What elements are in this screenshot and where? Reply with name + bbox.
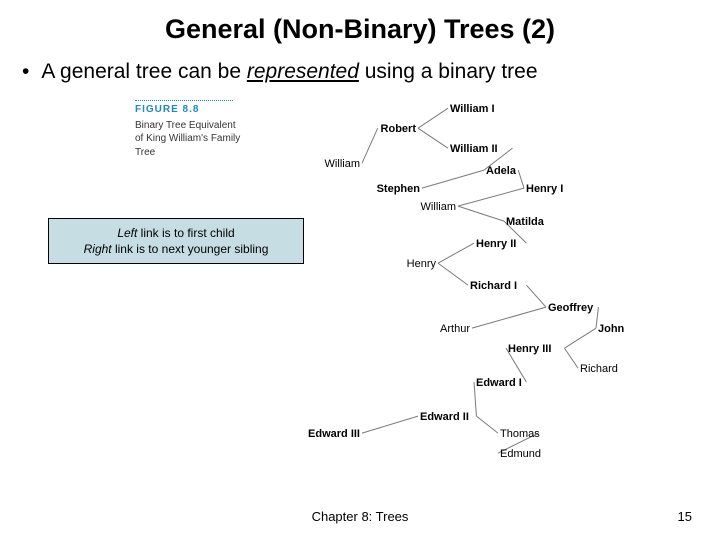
tree-node-matilda: Matilda bbox=[506, 216, 545, 228]
svg-text:William: William bbox=[325, 158, 360, 170]
tree-node-henry_i: Henry I bbox=[526, 183, 563, 195]
tree-node-richard_i: Richard I bbox=[470, 280, 517, 292]
tree-node-edward_i: Edward I bbox=[476, 377, 522, 389]
tree-node-adela: Adela bbox=[486, 165, 517, 177]
bullet-item: • A general tree can be represented usin… bbox=[22, 60, 538, 84]
family-tree-diagram: William William I Robert William II Adela Hen… bbox=[130, 92, 690, 487]
footer-chapter: Chapter 8: Trees bbox=[0, 509, 720, 524]
tree-node-geoffrey: Geoffrey bbox=[548, 302, 594, 314]
tree-node-william_p: William bbox=[421, 201, 456, 213]
tree-node-william_i: William I bbox=[450, 103, 495, 115]
note-right-em: Right bbox=[84, 242, 112, 256]
tree-node-edward_iii: Edward III bbox=[308, 428, 360, 440]
tree-node-henry_iii: Henry III bbox=[508, 343, 551, 355]
tree-nodes: William William I Robert William II Adela Hen… bbox=[308, 103, 625, 460]
tree-node-william_ii: William II bbox=[450, 143, 498, 155]
tree-node-arthur: Arthur bbox=[440, 323, 470, 335]
bullet-pre: A general tree can be bbox=[41, 60, 246, 83]
tree-node-richard_c: Richard bbox=[580, 363, 618, 375]
tree-node-john: John bbox=[598, 323, 625, 335]
bullet-underlined: represented bbox=[247, 60, 359, 83]
slide-title: General (Non-Binary) Trees (2) bbox=[0, 14, 720, 45]
bullet-marker: • bbox=[22, 61, 29, 82]
tree-node-robert: Robert bbox=[381, 123, 417, 135]
bullet-text: A general tree can be represented using … bbox=[41, 60, 537, 84]
tree-node-thomas: Thomas bbox=[500, 428, 540, 440]
bullet-post: using a binary tree bbox=[359, 60, 538, 83]
page-number: 15 bbox=[678, 509, 692, 524]
tree-node-edmund: Edmund bbox=[500, 448, 541, 460]
tree-node-henry_y: Henry bbox=[407, 258, 437, 270]
tree-node-stephen: Stephen bbox=[377, 183, 421, 195]
tree-node-edward_ii: Edward II bbox=[420, 411, 469, 423]
tree-node-henry_ii: Henry II bbox=[476, 238, 516, 250]
